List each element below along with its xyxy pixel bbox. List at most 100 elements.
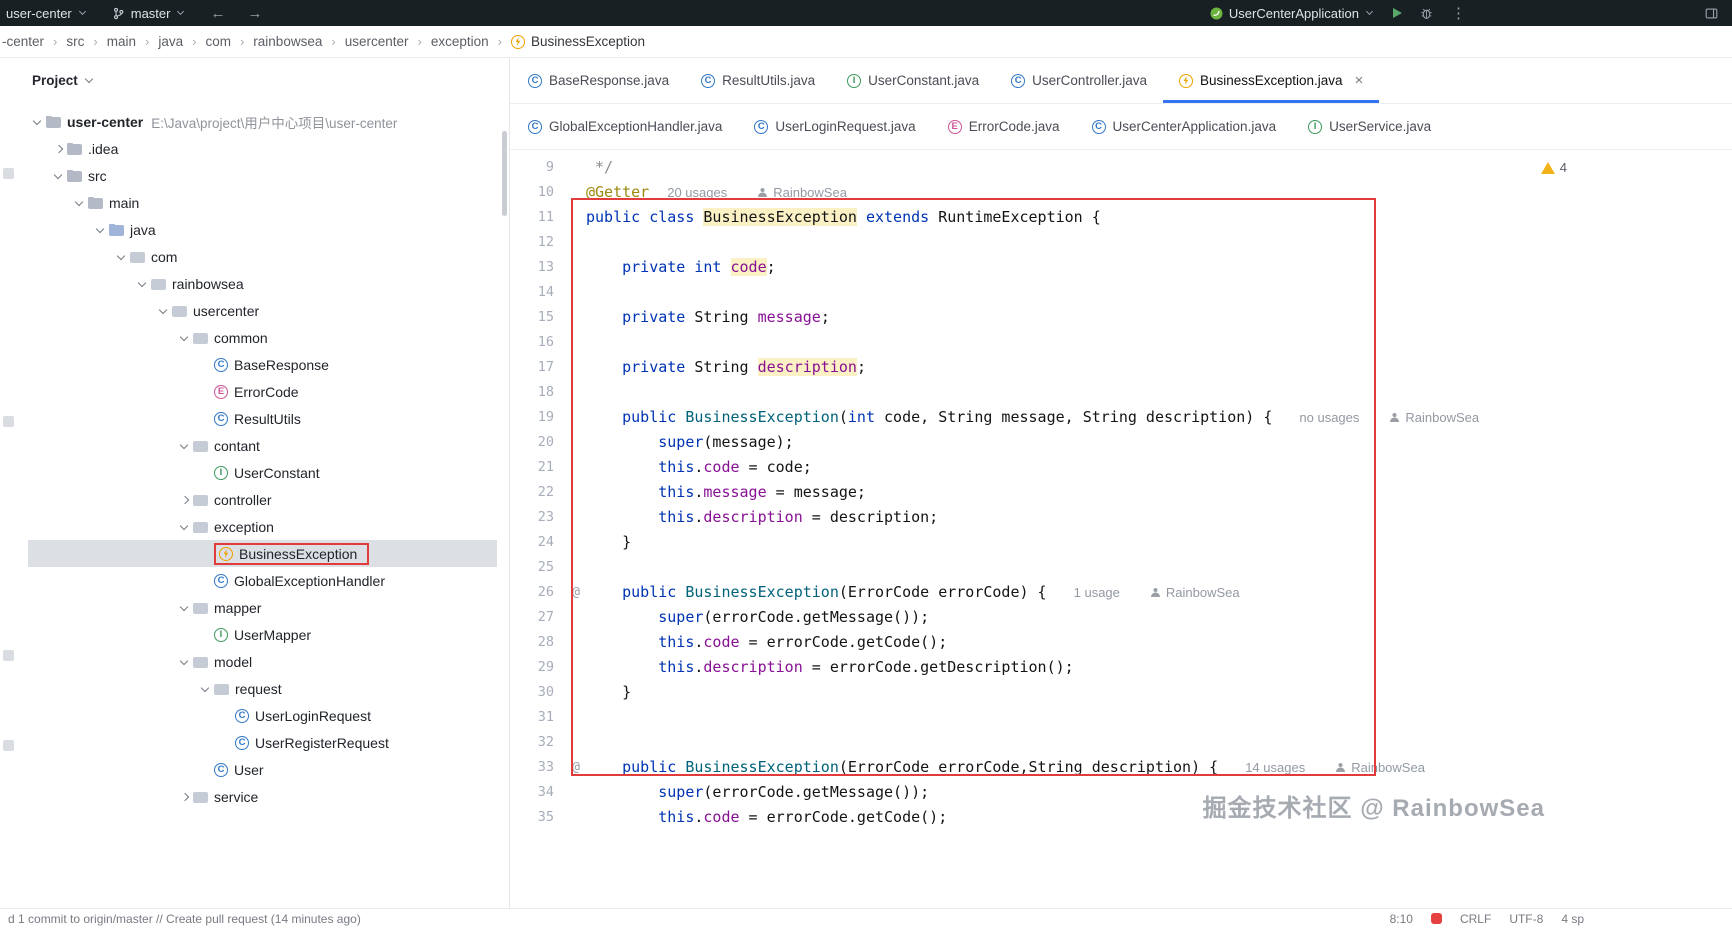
code-line-16[interactable]: 16 (510, 330, 1732, 355)
chevron-down-icon[interactable] (30, 114, 46, 130)
chevron-down-icon[interactable] (51, 168, 67, 184)
tab-UserConstant.java[interactable]: IUserConstant.java (831, 58, 995, 103)
tab-BaseResponse.java[interactable]: CBaseResponse.java (512, 58, 685, 103)
tool-window-button[interactable] (3, 416, 14, 427)
tool-window-button[interactable] (3, 740, 14, 751)
code-line-19[interactable]: 19 public BusinessException(int code, St… (510, 405, 1732, 430)
tree-item-UserMapper[interactable]: IUserMapper (28, 621, 497, 648)
chevron-down-icon[interactable] (177, 654, 193, 670)
tree-item-rainbowsea[interactable]: rainbowsea (28, 270, 497, 297)
caret-position[interactable]: 8:10 (1390, 912, 1413, 926)
tool-window-button[interactable] (3, 650, 14, 661)
chevron-down-icon[interactable] (93, 222, 109, 238)
vcs-branch-widget[interactable]: master (112, 6, 187, 21)
tab-UserLoginRequest.java[interactable]: CUserLoginRequest.java (738, 104, 931, 149)
code-line-14[interactable]: 14 (510, 280, 1732, 305)
indent-widget[interactable]: 4 sp (1561, 912, 1584, 926)
tree-item-exception[interactable]: exception (28, 513, 497, 540)
author-inlay[interactable]: RainbowSea (757, 180, 847, 205)
code-line-15[interactable]: 15 private String message; (510, 305, 1732, 330)
tab-BusinessException.java[interactable]: BusinessException.java× (1163, 58, 1379, 103)
chevron-down-icon[interactable] (177, 330, 193, 346)
tree-item-controller[interactable]: controller (28, 486, 497, 513)
gutter-annotation-icon[interactable]: @ (572, 580, 580, 605)
code-line-22[interactable]: 22 this.message = message; (510, 480, 1732, 505)
breadcrumb-item[interactable]: main (107, 34, 136, 49)
more-actions-button[interactable]: ⋮ (1451, 4, 1467, 22)
chevron-down-icon[interactable] (114, 249, 130, 265)
code-line-28[interactable]: 28 this.code = errorCode.getCode(); (510, 630, 1732, 655)
author-inlay[interactable]: RainbowSea (1150, 580, 1240, 605)
tab-GlobalExceptionHandler.java[interactable]: CGlobalExceptionHandler.java (512, 104, 738, 149)
tree-item-java[interactable]: java (28, 216, 497, 243)
chevron-right-icon[interactable] (177, 492, 193, 508)
tree-item-contant[interactable]: contant (28, 432, 497, 459)
breadcrumb-item[interactable]: java (158, 34, 183, 49)
tab-ErrorCode.java[interactable]: EErrorCode.java (932, 104, 1076, 149)
status-plugin-icon[interactable] (1431, 913, 1442, 924)
close-icon[interactable]: × (1355, 73, 1364, 88)
code-line-21[interactable]: 21 this.code = code; (510, 455, 1732, 480)
tree-item-service[interactable]: service (28, 783, 497, 810)
tree-item-mapper[interactable]: mapper (28, 594, 497, 621)
tree-item-ErrorCode[interactable]: EErrorCode (28, 378, 497, 405)
tree-item-BusinessException[interactable]: BusinessException (28, 540, 497, 567)
author-inlay[interactable]: RainbowSea (1389, 405, 1479, 430)
gutter-annotation-icon[interactable]: @ (572, 755, 580, 780)
tree-item-user-center[interactable]: user-centerE:\Java\project\用户中心项目\user-c… (28, 108, 497, 135)
chevron-down-icon[interactable] (135, 276, 151, 292)
breadcrumb-item[interactable]: rainbowsea (253, 34, 322, 49)
breadcrumb-item[interactable]: usercenter (345, 34, 409, 49)
tab-UserCenterApplication.java[interactable]: CUserCenterApplication.java (1076, 104, 1293, 149)
tree-item-User[interactable]: CUser (28, 756, 497, 783)
tree-item-request[interactable]: request (28, 675, 497, 702)
chevron-down-icon[interactable] (72, 195, 88, 211)
line-separator-widget[interactable]: CRLF (1460, 912, 1491, 926)
scrollbar[interactable] (502, 131, 507, 216)
tab-UserController.java[interactable]: CUserController.java (995, 58, 1163, 103)
tab-UserService.java[interactable]: IUserService.java (1292, 104, 1447, 149)
code-line-34[interactable]: 34 super(errorCode.getMessage()); (510, 780, 1732, 805)
breadcrumb-item[interactable]: -center (2, 34, 44, 49)
code-line-18[interactable]: 18 (510, 380, 1732, 405)
breadcrumb-item[interactable]: exception (431, 34, 489, 49)
back-icon[interactable]: ← (210, 6, 225, 21)
breadcrumb-item[interactable]: BusinessException (511, 34, 645, 49)
code-line-23[interactable]: 23 this.description = description; (510, 505, 1732, 530)
usages-inlay[interactable]: 14 usages (1245, 760, 1305, 775)
tool-window-button[interactable] (3, 168, 14, 179)
chevron-right-icon[interactable] (177, 789, 193, 805)
tree-item-main[interactable]: main (28, 189, 497, 216)
tree-item-usercenter[interactable]: usercenter (28, 297, 497, 324)
usages-inlay[interactable]: no usages (1299, 410, 1359, 425)
run-button[interactable] (1393, 8, 1402, 18)
breadcrumb-item[interactable]: com (205, 34, 231, 49)
code-line-13[interactable]: 13 private int code; (510, 255, 1732, 280)
editor[interactable]: 9 */10@Getter20 usagesRainbowSea11public… (510, 150, 1732, 908)
code-line-25[interactable]: 25 (510, 555, 1732, 580)
debug-button[interactable] (1420, 7, 1433, 20)
chevron-down-icon[interactable] (198, 681, 214, 697)
file-encoding-widget[interactable]: UTF-8 (1509, 912, 1543, 926)
code-line-29[interactable]: 29 this.description = errorCode.getDescr… (510, 655, 1732, 680)
code-line-24[interactable]: 24 } (510, 530, 1732, 555)
code-line-11[interactable]: 11public class BusinessException extends… (510, 205, 1732, 230)
tree-item-BaseResponse[interactable]: CBaseResponse (28, 351, 497, 378)
tree-item-ResultUtils[interactable]: CResultUtils (28, 405, 497, 432)
code-line-30[interactable]: 30 } (510, 680, 1732, 705)
chevron-right-icon[interactable] (51, 141, 67, 157)
code-line-20[interactable]: 20 super(message); (510, 430, 1732, 455)
chevron-down-icon[interactable] (177, 600, 193, 616)
tab-ResultUtils.java[interactable]: CResultUtils.java (685, 58, 831, 103)
code-line-26[interactable]: 26@ public BusinessException(ErrorCode e… (510, 580, 1732, 605)
git-status-message[interactable]: d 1 commit to origin/master // Create pu… (8, 912, 361, 926)
breadcrumb-item[interactable]: src (66, 34, 84, 49)
tree-item-UserRegisterRequest[interactable]: CUserRegisterRequest (28, 729, 497, 756)
code-line-31[interactable]: 31 (510, 705, 1732, 730)
forward-icon[interactable]: → (247, 6, 262, 21)
author-inlay[interactable]: RainbowSea (1335, 755, 1425, 780)
code-line-27[interactable]: 27 super(errorCode.getMessage()); (510, 605, 1732, 630)
tree-item-GlobalExceptionHandler[interactable]: CGlobalExceptionHandler (28, 567, 497, 594)
usages-inlay[interactable]: 20 usages (667, 185, 727, 200)
code-line-35[interactable]: 35 this.code = errorCode.getCode(); (510, 805, 1732, 830)
